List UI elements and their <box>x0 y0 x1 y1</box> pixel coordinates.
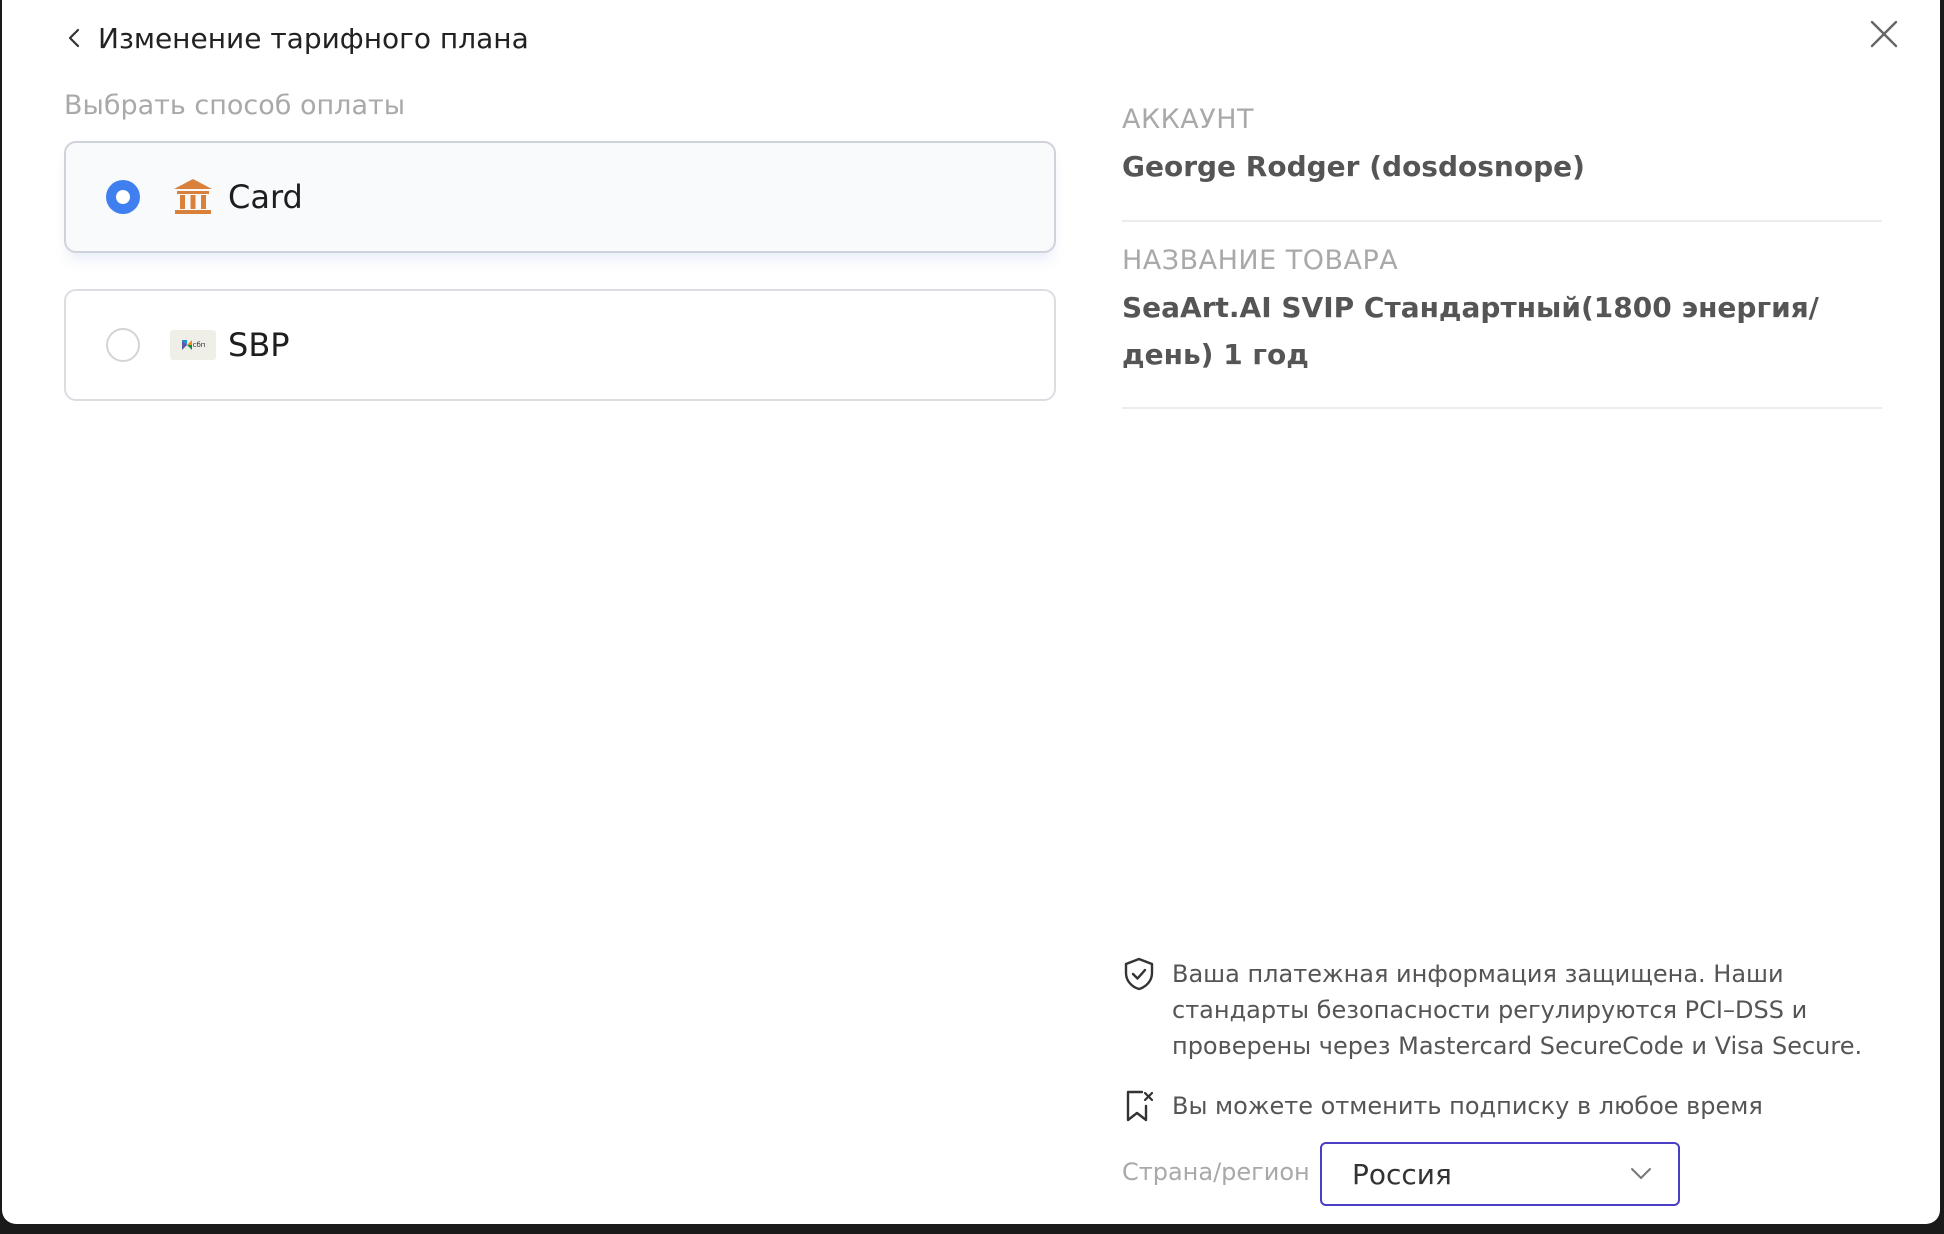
close-icon[interactable] <box>1864 14 1904 54</box>
bookmark-x-icon <box>1126 1090 1154 1122</box>
product-label: НАЗВАНИЕ ТОВАРА <box>1122 245 1399 276</box>
divider <box>1122 220 1882 222</box>
payment-modal: Изменение тарифного плана Выбрать способ… <box>2 0 1940 1224</box>
region-label: Страна/регион <box>1122 1158 1310 1186</box>
product-value: SeaArt.AI SVIP Стандартный(1800 энергия/… <box>1122 291 1819 371</box>
payment-option-card[interactable]: Card <box>64 141 1056 253</box>
modal-header: Изменение тарифного плана <box>64 18 529 58</box>
bank-icon <box>170 174 216 220</box>
divider <box>1122 407 1882 409</box>
radio-card[interactable] <box>106 180 140 214</box>
sbp-logo-icon: сбп <box>170 322 216 368</box>
chevron-down-icon <box>1631 1168 1651 1179</box>
cancel-notice: Вы можете отменить подписку в любое врем… <box>1122 1088 1763 1124</box>
sbp-logo-text: сбп <box>192 341 206 349</box>
sbp-mark-icon <box>181 340 192 350</box>
region-select-value: Россия <box>1352 1157 1452 1191</box>
radio-sbp[interactable] <box>106 328 140 362</box>
page-title: Изменение тарифного плана <box>98 21 529 55</box>
security-notice: Ваша платежная информация защищена. Наши… <box>1122 956 1882 1064</box>
account-info: АККАУНТ George Rodger (dosdosnope) <box>1122 104 1882 190</box>
security-notice-text: Ваша платежная информация защищена. Наши… <box>1172 960 1863 1060</box>
payment-option-label: SBP <box>228 326 290 364</box>
cancel-notice-text: Вы можете отменить подписку в любое врем… <box>1172 1092 1763 1120</box>
product-info: НАЗВАНИЕ ТОВАРА SeaArt.AI SVIP Стандартн… <box>1122 245 1882 378</box>
payment-option-sbp[interactable]: сбп SBP <box>64 289 1056 401</box>
chevron-left-icon[interactable] <box>64 27 86 49</box>
payment-method-label: Выбрать способ оплаты <box>64 90 406 121</box>
region-select[interactable]: Россия <box>1320 1142 1680 1206</box>
account-label: АККАУНТ <box>1122 104 1255 135</box>
shield-check-icon <box>1124 957 1154 991</box>
account-value: George Rodger (dosdosnope) <box>1122 150 1585 183</box>
payment-option-label: Card <box>228 178 303 216</box>
